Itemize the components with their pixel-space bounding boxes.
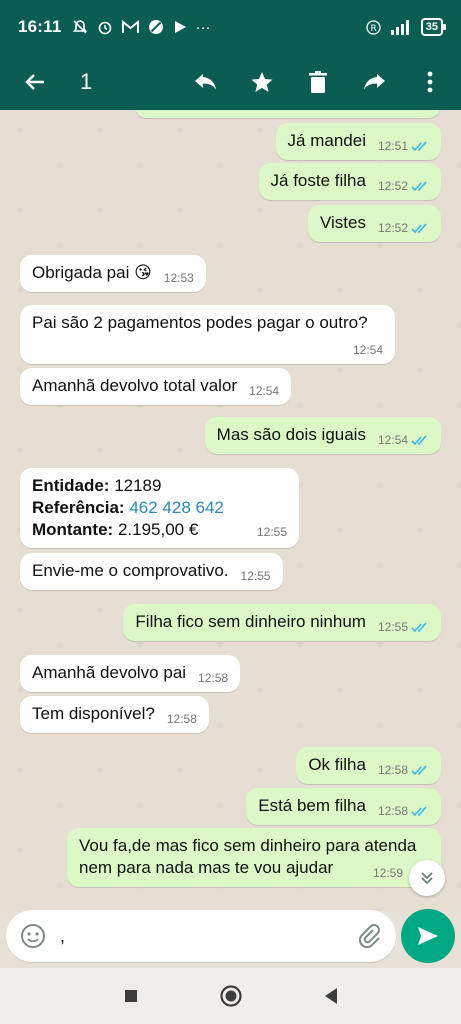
double-check-icon [411,621,427,632]
delete-button[interactable] [303,67,333,97]
star-icon [251,72,273,92]
message-bubble-partial[interactable] [135,110,440,118]
emoji-icon[interactable] [20,923,46,949]
double-check-icon [411,180,427,191]
double-check-icon [411,434,427,445]
forward-icon [364,74,385,90]
message-text: Tem disponível? [32,704,155,723]
attach-icon[interactable] [356,923,382,949]
gmail-icon [121,20,139,33]
message-input[interactable]: , [60,926,65,947]
message-composer: , [6,910,396,962]
message-text: Amanhã devolvo pai [32,663,187,682]
message-time: 12:55 [377,620,408,634]
message-bubble[interactable]: Envie-me o comprovativo. 12:55 [20,553,283,590]
message-text: Filha fico sem dinheiro ninhum [135,612,366,631]
message-time: 12:58 [198,671,229,685]
message-text: Está bem filha [258,796,366,815]
message-time: 12:52 [377,179,408,193]
alarm-icon [98,21,111,35]
entity-label: Entidade: [32,476,110,495]
message-text: Pai são 2 pagamentos podes pagar o outro… [32,313,368,332]
send-button[interactable] [401,909,455,963]
message-text: Já foste filha [270,171,366,190]
message-time: 12:54 [377,433,408,447]
reference-value[interactable]: 462 428 642 [129,498,224,517]
message-bubble[interactable]: Amanhã devolvo pai 12:58 [20,655,241,692]
back-button[interactable] [20,67,50,97]
signal-icon [390,20,409,35]
system-navigation-bar [0,968,461,1024]
double-check-icon [411,805,427,816]
message-text: Obrigada pai 😘 [32,263,152,282]
message-time: 12:58 [166,712,197,726]
message-bubble[interactable]: Amanhã devolvo total valor 12:54 [20,368,292,405]
scroll-to-bottom-button[interactable] [409,860,445,896]
battery-icon: 35 [420,18,447,36]
status-bar: 16:11 ··· R 35 [0,0,461,54]
back-nav-icon[interactable] [323,987,339,1005]
registered-icon: R [366,19,381,35]
double-check-icon [411,764,427,775]
message-time: 12:53 [163,271,194,285]
message-text: Ok filha [308,755,366,774]
forward-button[interactable] [359,67,389,97]
more-vert-icon [427,71,433,93]
message-bubble[interactable]: Já foste filha 12:52 [258,163,441,200]
message-time: 12:58 [377,763,408,777]
message-bubble[interactable]: Vistes 12:52 [307,205,441,242]
message-time: 12:54 [352,343,383,357]
double-chevron-down-icon [421,872,433,885]
message-bubble[interactable]: Vou fa,de mas fico sem dinheiro para ate… [67,828,441,887]
reply-button[interactable] [191,67,221,97]
message-time: 12:55 [240,569,271,583]
reference-label: Referência: [32,498,125,517]
message-text: Amanhã devolvo total valor [32,376,238,395]
message-text: Envie-me o comprovativo. [32,561,229,580]
message-time: 12:52 [377,221,408,235]
selected-count: 1 [80,69,93,94]
message-bubble[interactable]: Obrigada pai 😘 12:53 [20,255,206,292]
message-text: Vistes [319,213,366,232]
message-bubble[interactable]: Filha fico sem dinheiro ninhum 12:55 [123,604,441,641]
chat-conversation[interactable]: Já mandei 12:51 Já foste filha 12:52 Vis… [0,110,461,912]
svg-text:R: R [370,24,376,34]
payment-details-bubble[interactable]: Entidade: 12189 Referência: 462 428 642 … [20,468,299,548]
delete-icon [309,71,327,93]
more-notifications-icon: ··· [195,18,211,36]
entity-value: 12189 [114,476,162,495]
send-icon [418,927,438,945]
double-check-icon [411,140,427,151]
message-text: Já mandei [287,131,366,150]
message-text: Vou fa,de mas fico sem dinheiro para ate… [79,836,417,877]
message-bubble[interactable]: Mas são dois iguais 12:54 [204,417,441,454]
message-time: 12:58 [377,804,408,818]
star-button[interactable] [247,67,277,97]
status-time: 16:11 [18,17,62,36]
selection-toolbar: 1 [0,54,461,110]
arrow-back-icon [25,74,44,90]
message-bubble[interactable]: Pai são 2 pagamentos podes pagar o outro… [20,305,395,364]
amount-label: Montante: [32,520,114,539]
message-bubble[interactable]: Já mandei 12:51 [275,123,441,160]
message-time: 12:59 [372,866,403,880]
more-options-button[interactable] [415,67,445,97]
message-time: 12:54 [249,384,280,398]
notifications-off-icon [72,20,87,34]
home-icon[interactable] [219,984,243,1008]
message-bubble[interactable]: Ok filha 12:58 [296,747,441,784]
message-bubble[interactable]: Está bem filha 12:58 [246,788,441,825]
amount-value: 2.195,00 € [117,520,199,539]
recents-icon[interactable] [123,988,139,1004]
play-icon [174,21,186,33]
reply-icon [195,74,216,90]
blocked-icon [148,20,163,34]
message-bubble[interactable]: Tem disponível? 12:58 [20,696,209,733]
message-time: 12:51 [377,139,408,153]
message-text: Mas são dois iguais [216,425,366,444]
message-time: 12:55 [256,525,287,539]
double-check-icon [411,222,427,233]
